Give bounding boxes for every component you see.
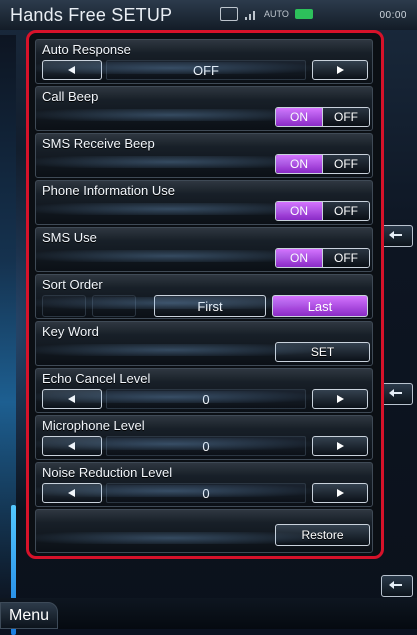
sms-use-off-button[interactable]: OFF [322, 249, 369, 267]
left-arrow-icon [68, 489, 75, 497]
auto-response-left-button[interactable] [42, 60, 102, 80]
key-word-set-button[interactable]: SET [275, 342, 370, 362]
sort-order-label: Sort Order [42, 277, 103, 292]
status-icons: AUTO [220, 6, 355, 22]
noise-reduction-right-button[interactable] [312, 483, 368, 503]
page-title: Hands Free SETUP [10, 5, 173, 25]
row-sort-order: Sort Order First Last [35, 274, 373, 319]
sort-order-last-button[interactable]: Last [272, 295, 368, 317]
settings-panel: Auto Response OFF Call Beep ON OFF SMS R… [26, 30, 384, 559]
row-microphone-level: Microphone Level 0 [35, 415, 373, 460]
row-noise-reduction-level: Noise Reduction Level 0 [35, 462, 373, 507]
right-arrow-icon [337, 442, 344, 450]
title-bar: Hands Free SETUP AUTO 00:00 [0, 0, 417, 30]
sms-use-label: SMS Use [42, 230, 97, 245]
restore-button[interactable]: Restore [275, 524, 370, 546]
echo-cancel-left-button[interactable] [42, 389, 102, 409]
back-button-1[interactable] [381, 225, 413, 247]
right-arrow-icon [337, 66, 344, 74]
sms-receive-beep-toggle: ON OFF [275, 154, 370, 174]
right-arrow-icon [337, 489, 344, 497]
sms-use-on-button[interactable]: ON [276, 249, 322, 267]
battery-icon [294, 9, 313, 19]
phone-information-use-toggle: ON OFF [275, 201, 370, 221]
sms-use-toggle: ON OFF [275, 248, 370, 268]
back-icon [389, 231, 402, 239]
auto-response-right-button[interactable] [312, 60, 368, 80]
left-arrow-icon [68, 442, 75, 450]
auto-label: AUTO [264, 9, 289, 19]
left-arrow-icon [68, 66, 75, 74]
back-button-2[interactable] [381, 383, 413, 405]
signal-icon [244, 8, 258, 20]
bottom-bar [0, 598, 417, 629]
sms-receive-beep-on-button[interactable]: ON [276, 155, 322, 173]
echo-cancel-level-label: Echo Cancel Level [42, 371, 151, 386]
left-strip [0, 35, 16, 635]
sort-order-blank-1 [42, 295, 86, 317]
sort-order-blank-2 [92, 295, 136, 317]
back-icon [389, 389, 402, 397]
call-beep-on-button[interactable]: ON [276, 108, 322, 126]
menu-button[interactable]: Menu [0, 602, 58, 629]
phone-information-use-on-button[interactable]: ON [276, 202, 322, 220]
row-auto-response: Auto Response OFF [35, 39, 373, 84]
row-sms-receive-beep: SMS Receive Beep ON OFF [35, 133, 373, 178]
echo-cancel-value: 0 [106, 389, 306, 409]
microphone-level-right-button[interactable] [312, 436, 368, 456]
echo-cancel-right-button[interactable] [312, 389, 368, 409]
microphone-level-value: 0 [106, 436, 306, 456]
row-phone-information-use: Phone Information Use ON OFF [35, 180, 373, 225]
noise-reduction-level-label: Noise Reduction Level [42, 465, 173, 480]
sms-receive-beep-label: SMS Receive Beep [42, 136, 155, 151]
auto-response-value: OFF [106, 60, 306, 80]
phone-information-use-label: Phone Information Use [42, 183, 175, 198]
row-key-word: Key Word SET [35, 321, 373, 366]
call-beep-off-button[interactable]: OFF [322, 108, 369, 126]
microphone-level-label: Microphone Level [42, 418, 145, 433]
noise-reduction-value: 0 [106, 483, 306, 503]
phone-information-use-off-button[interactable]: OFF [322, 202, 369, 220]
back-icon [389, 581, 402, 589]
noise-reduction-left-button[interactable] [42, 483, 102, 503]
back-button-3[interactable] [381, 575, 413, 597]
message-icon [220, 7, 238, 21]
sort-order-first-button[interactable]: First [154, 295, 266, 317]
clock: 00:00 [379, 10, 407, 21]
row-echo-cancel-level: Echo Cancel Level 0 [35, 368, 373, 413]
key-word-label: Key Word [42, 324, 99, 339]
right-arrow-icon [337, 395, 344, 403]
call-beep-label: Call Beep [42, 89, 99, 104]
microphone-level-left-button[interactable] [42, 436, 102, 456]
call-beep-toggle: ON OFF [275, 107, 370, 127]
left-arrow-icon [68, 395, 75, 403]
auto-response-label: Auto Response [42, 42, 131, 57]
sms-receive-beep-off-button[interactable]: OFF [322, 155, 369, 173]
row-call-beep: Call Beep ON OFF [35, 86, 373, 131]
row-sms-use: SMS Use ON OFF [35, 227, 373, 272]
row-restore: Restore [35, 509, 373, 553]
